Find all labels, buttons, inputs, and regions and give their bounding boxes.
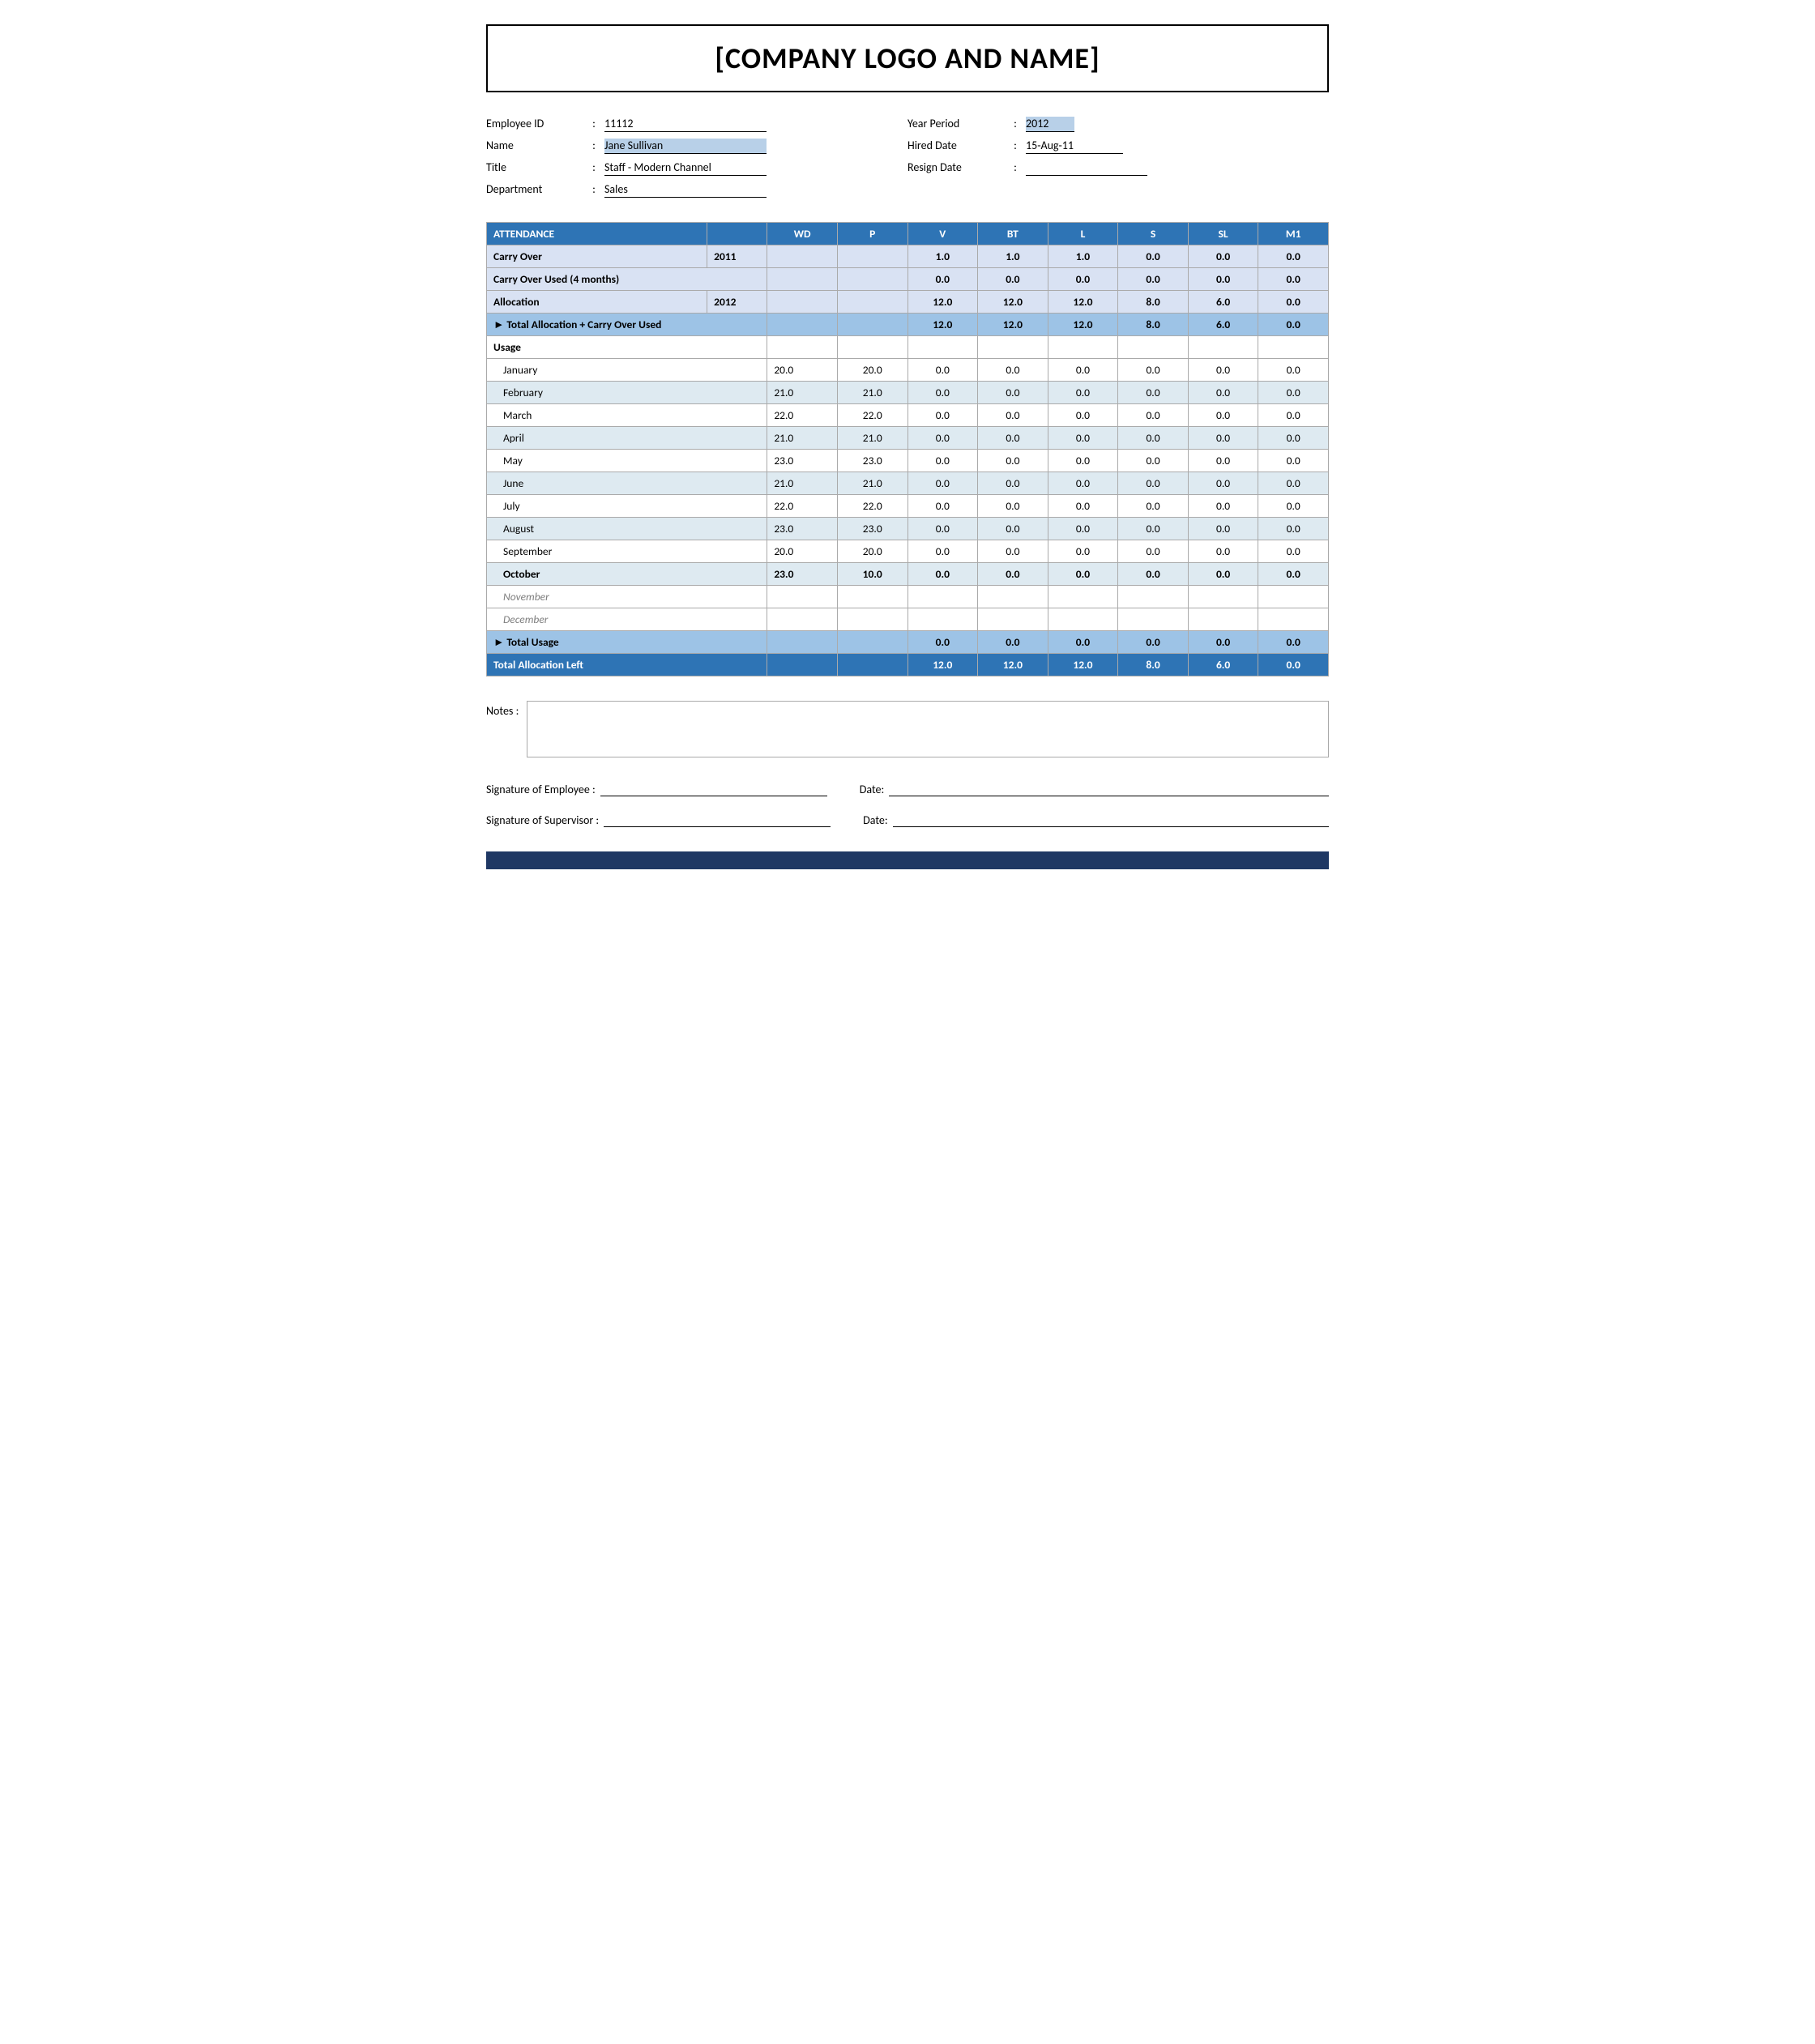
table-row: September 20.0 20.0 0.0 0.0 0.0 0.0 0.0 … (487, 540, 1329, 563)
employee-id-row: Employee ID : 11112 (486, 117, 908, 132)
table-row: Usage (487, 336, 1329, 359)
table-row: June 21.0 21.0 0.0 0.0 0.0 0.0 0.0 0.0 (487, 472, 1329, 495)
employee-dept-label: Department (486, 182, 583, 196)
employee-dept-row: Department : Sales (486, 182, 908, 198)
row-label: ► Total Usage (487, 631, 767, 654)
table-row: Carry Over 2011 1.0 1.0 1.0 0.0 0.0 0.0 (487, 245, 1329, 268)
table-row: ► Total Usage 0.0 0.0 0.0 0.0 0.0 0.0 (487, 631, 1329, 654)
row-label: Usage (487, 336, 767, 359)
col-p: P (837, 223, 908, 245)
row-label: July (487, 495, 767, 518)
col-wd: WD (767, 223, 838, 245)
row-label: ► Total Allocation + Carry Over Used (487, 314, 767, 336)
row-label: December (487, 608, 767, 631)
supervisor-signature-row: Signature of Supervisor : Date: (486, 813, 1329, 827)
col-sl: SL (1188, 223, 1258, 245)
footer-bar (486, 851, 1329, 869)
col-bt: BT (978, 223, 1048, 245)
col-attendance: ATTENDANCE (487, 223, 707, 245)
supervisor-date-label: Date: (863, 813, 887, 827)
notes-label: Notes : (486, 701, 519, 718)
table-row: February 21.0 21.0 0.0 0.0 0.0 0.0 0.0 0… (487, 382, 1329, 404)
employee-date-line[interactable] (889, 782, 1329, 796)
employee-dept-value[interactable]: Sales (604, 182, 767, 198)
employee-info-section: Employee ID : 11112 Name : Jane Sullivan… (486, 117, 1329, 198)
employee-sig-label: Signature of Employee : (486, 783, 596, 796)
table-row: April 21.0 21.0 0.0 0.0 0.0 0.0 0.0 0.0 (487, 427, 1329, 450)
employee-signature-row: Signature of Employee : Date: (486, 782, 1329, 796)
notes-section: Notes : (486, 701, 1329, 757)
table-row: July 22.0 22.0 0.0 0.0 0.0 0.0 0.0 0.0 (487, 495, 1329, 518)
company-header: [COMPANY LOGO AND NAME] (486, 24, 1329, 92)
employee-id-label: Employee ID (486, 117, 583, 130)
col-s: S (1118, 223, 1189, 245)
row-label: Allocation (487, 291, 707, 314)
hired-date-row: Hired Date : 15-Aug-11 (908, 139, 1329, 154)
col-m1: M1 (1258, 223, 1329, 245)
table-row: November (487, 586, 1329, 608)
table-row: August 23.0 23.0 0.0 0.0 0.0 0.0 0.0 0.0 (487, 518, 1329, 540)
row-label: April (487, 427, 767, 450)
year-period-label: Year Period (908, 117, 1005, 130)
row-label: September (487, 540, 767, 563)
employee-sig-line[interactable] (600, 782, 827, 796)
row-label: October (487, 563, 767, 586)
resign-date-label: Resign Date (908, 160, 1005, 174)
table-row: Total Allocation Left 12.0 12.0 12.0 8.0… (487, 654, 1329, 676)
row-label: May (487, 450, 767, 472)
row-label: November (487, 586, 767, 608)
table-row: Carry Over Used (4 months) 0.0 0.0 0.0 0… (487, 268, 1329, 291)
employee-id-value[interactable]: 11112 (604, 117, 767, 132)
signature-section: Signature of Employee : Date: Signature … (486, 782, 1329, 827)
attendance-table: ATTENDANCE WD P V BT L S SL M1 Carry Ove… (486, 222, 1329, 676)
table-row: Allocation 2012 12.0 12.0 12.0 8.0 6.0 0… (487, 291, 1329, 314)
row-year: 2011 (707, 245, 767, 268)
info-right: Year Period : 2012 Hired Date : 15-Aug-1… (908, 117, 1329, 198)
row-label: March (487, 404, 767, 427)
employee-title-value[interactable]: Staff - Modern Channel (604, 160, 767, 176)
table-row: ► Total Allocation + Carry Over Used 12.… (487, 314, 1329, 336)
employee-date-label: Date: (860, 783, 884, 796)
supervisor-sig-line[interactable] (604, 813, 831, 827)
employee-title-label: Title (486, 160, 583, 174)
employee-title-row: Title : Staff - Modern Channel (486, 160, 908, 176)
employee-name-row: Name : Jane Sullivan (486, 139, 908, 154)
row-label: June (487, 472, 767, 495)
hired-date-label: Hired Date (908, 139, 1005, 152)
table-header-row: ATTENDANCE WD P V BT L S SL M1 (487, 223, 1329, 245)
row-label: August (487, 518, 767, 540)
table-row: January 20.0 20.0 0.0 0.0 0.0 0.0 0.0 0.… (487, 359, 1329, 382)
resign-date-row: Resign Date : (908, 160, 1329, 176)
table-row: October 23.0 10.0 0.0 0.0 0.0 0.0 0.0 0.… (487, 563, 1329, 586)
table-row: March 22.0 22.0 0.0 0.0 0.0 0.0 0.0 0.0 (487, 404, 1329, 427)
row-label: Total Allocation Left (487, 654, 767, 676)
row-year: 2012 (707, 291, 767, 314)
notes-box[interactable] (527, 701, 1329, 757)
supervisor-sig-label: Signature of Supervisor : (486, 813, 599, 827)
supervisor-date-line[interactable] (893, 813, 1329, 827)
year-period-value[interactable]: 2012 (1026, 117, 1074, 132)
info-left: Employee ID : 11112 Name : Jane Sullivan… (486, 117, 908, 198)
employee-name-value[interactable]: Jane Sullivan (604, 139, 767, 154)
hired-date-value[interactable]: 15-Aug-11 (1026, 139, 1123, 154)
company-name: [COMPANY LOGO AND NAME] (496, 41, 1319, 76)
row-label: Carry Over Used (4 months) (487, 268, 767, 291)
employee-name-label: Name (486, 139, 583, 152)
resign-date-value[interactable] (1026, 160, 1147, 176)
col-v: V (908, 223, 978, 245)
row-label: February (487, 382, 767, 404)
year-period-row: Year Period : 2012 (908, 117, 1329, 132)
table-row: May 23.0 23.0 0.0 0.0 0.0 0.0 0.0 0.0 (487, 450, 1329, 472)
col-l: L (1048, 223, 1118, 245)
row-label: January (487, 359, 767, 382)
table-row: December (487, 608, 1329, 631)
col-year (707, 223, 767, 245)
row-label: Carry Over (487, 245, 707, 268)
